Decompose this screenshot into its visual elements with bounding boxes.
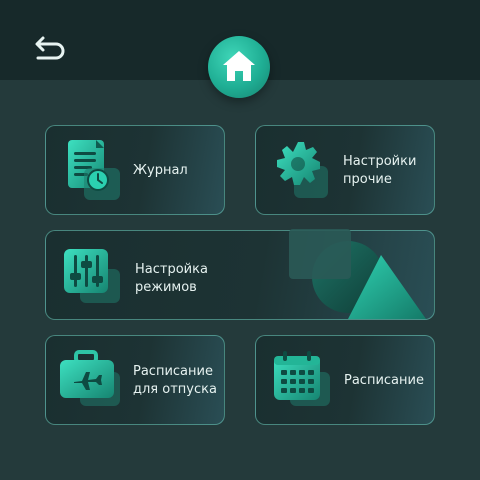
suitcase-plane-icon xyxy=(60,350,120,406)
gear-icon xyxy=(277,142,328,198)
journal-label: Журнал xyxy=(133,163,188,178)
settings-other-card[interactable]: Настройки прочие xyxy=(255,125,435,215)
schedule-label: Расписание xyxy=(344,373,424,388)
settings-other-label: Настройки прочие xyxy=(343,154,417,187)
decor-shapes xyxy=(289,229,426,319)
mode-settings-label: Настройка режимов xyxy=(135,262,208,295)
journal-clock-icon xyxy=(68,140,120,200)
journal-card[interactable]: Журнал xyxy=(45,125,225,215)
mode-settings-card[interactable]: Настройка режимов xyxy=(45,229,435,320)
back-button[interactable] xyxy=(30,30,70,70)
home-icon xyxy=(223,51,255,81)
vacation-schedule-card[interactable]: Расписание для отпуска xyxy=(45,335,225,425)
calendar-icon xyxy=(274,351,330,406)
schedule-card[interactable]: Расписание xyxy=(255,335,435,425)
home-button[interactable] xyxy=(208,36,270,98)
sliders-icon xyxy=(64,249,120,303)
back-arrow-icon xyxy=(35,36,65,60)
vacation-schedule-label: Расписание для отпуска xyxy=(133,364,217,397)
